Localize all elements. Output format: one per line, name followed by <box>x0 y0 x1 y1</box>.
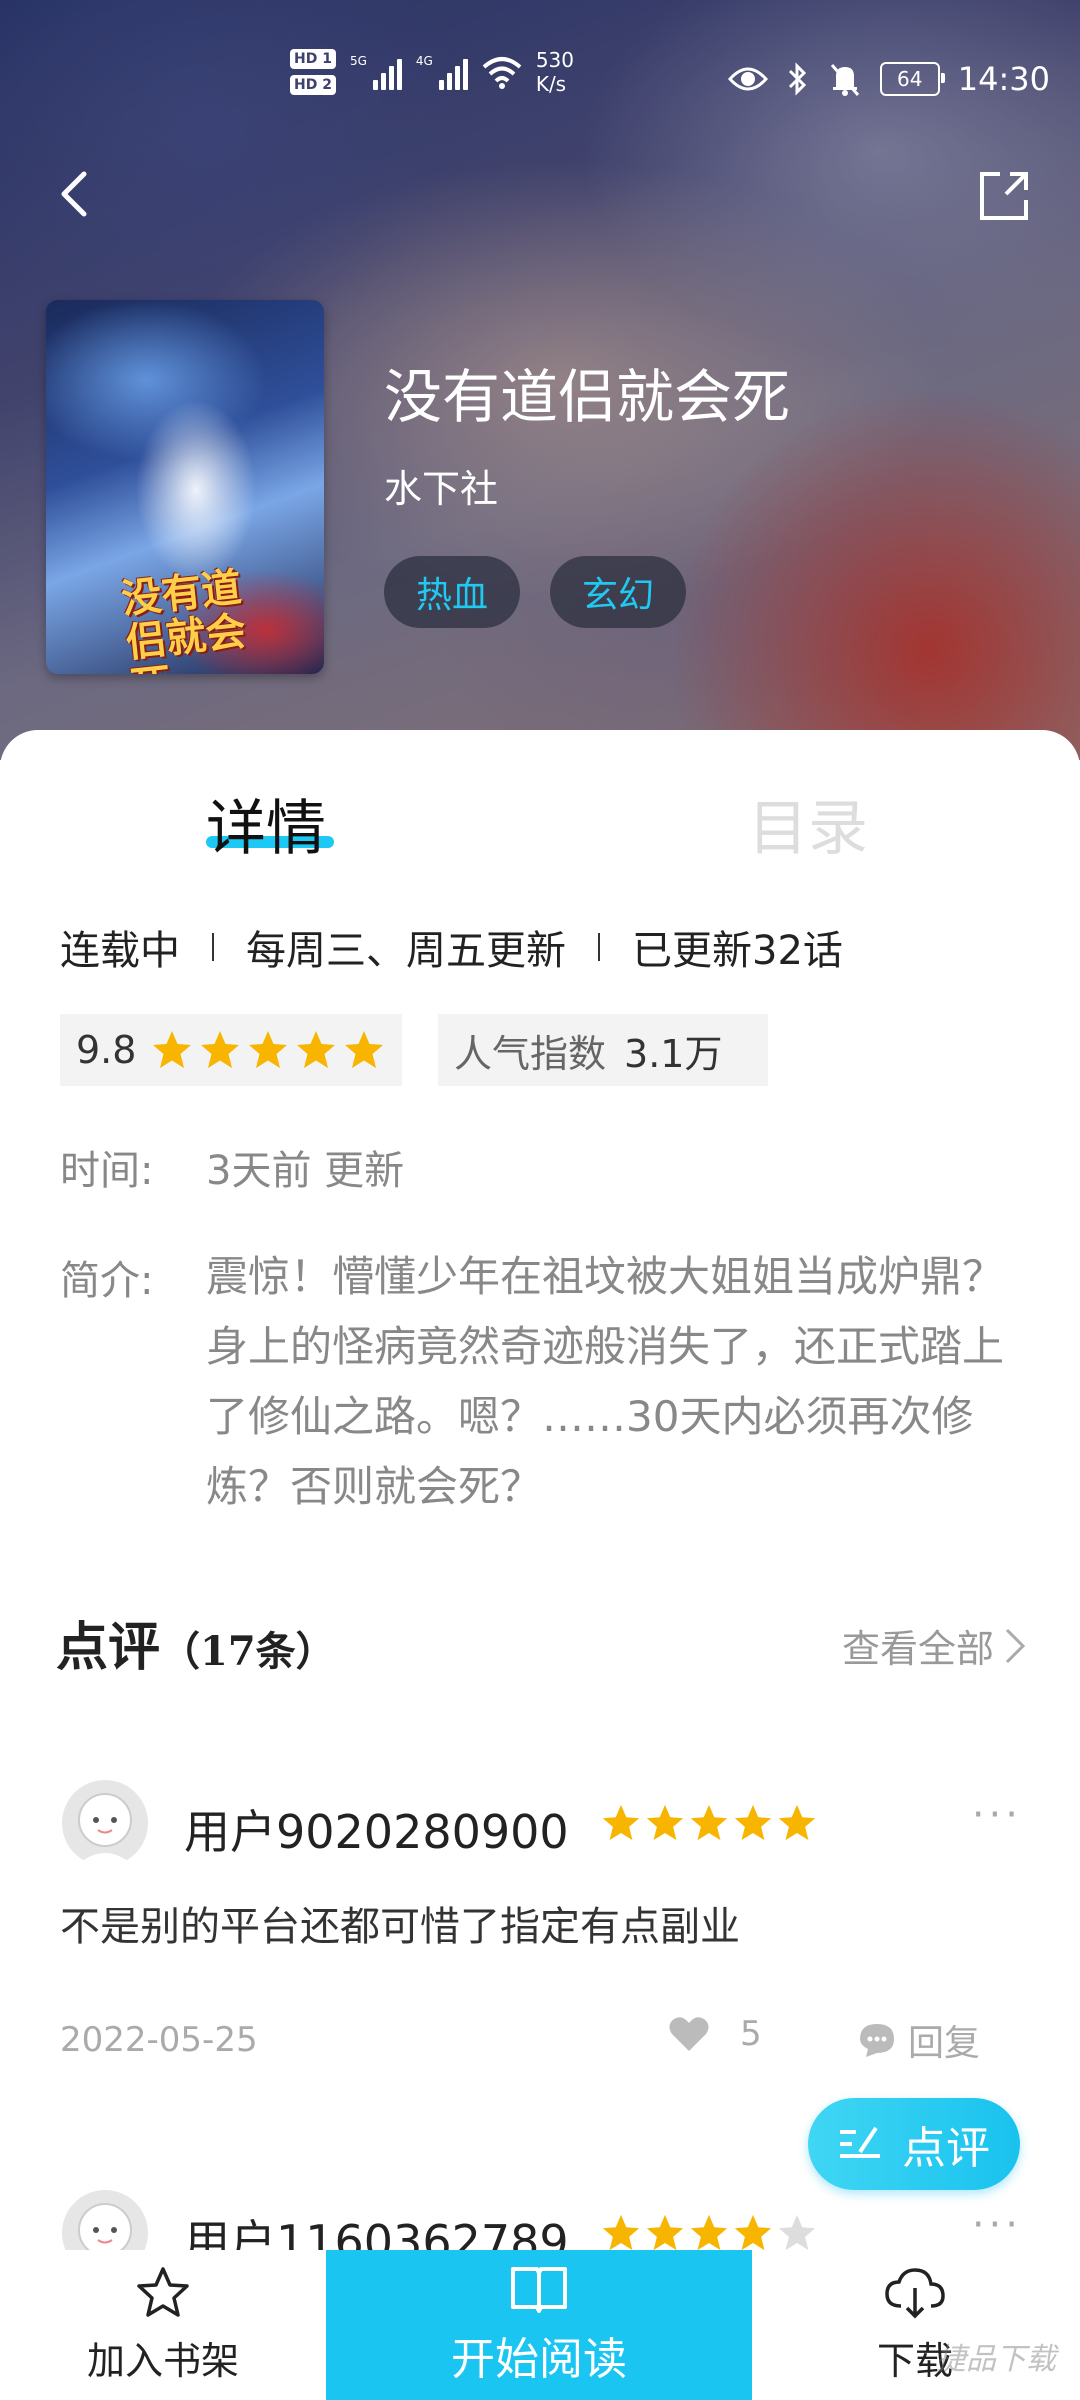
star-filled-icon <box>646 1804 684 1841</box>
intro-text: 震惊！懵懂少年在祖坟被大姐姐当成炉鼎？身上的怪病竟然奇迹般消失了，还正式踏上了修… <box>206 1252 1005 1511</box>
wifi-icon <box>482 57 522 89</box>
cloud-download-icon <box>885 2267 945 2318</box>
net2-label: 4G <box>415 54 433 68</box>
more-options-icon[interactable]: ··· <box>972 1792 1022 1838</box>
reviews-title-text: 点评 <box>56 1617 161 1678</box>
star-outline-icon <box>137 2266 189 2317</box>
reviews-count: （17条） <box>160 1628 336 1675</box>
star-filled-icon <box>646 2214 684 2251</box>
clock: 14:30 <box>957 60 1050 98</box>
serial-status: 连载中 <box>60 928 180 974</box>
hd1-label: HD 1 <box>290 49 336 69</box>
star-filled-icon <box>690 1804 728 1841</box>
bluetooth-icon <box>788 62 806 96</box>
write-review-label: 点评 <box>902 2123 990 2174</box>
popularity-chip: 人气指数 3.1万 <box>438 1014 768 1086</box>
back-arrow-icon[interactable] <box>52 170 100 218</box>
tag-fantasy[interactable]: 玄幻 <box>550 556 686 628</box>
bottom-action-bar: 加入书架 开始阅读 下载 <box>0 2250 1080 2400</box>
review-stars <box>600 1802 818 1844</box>
rating-chip: 9.8 <box>60 1014 402 1086</box>
time-value: 3天前 更新 <box>206 1148 405 1194</box>
hd2-label: HD 2 <box>290 75 336 95</box>
battery-level: 64 <box>897 67 923 91</box>
star-empty-icon <box>778 2214 816 2251</box>
star-filled-icon <box>734 2214 772 2251</box>
review-stars <box>600 2212 818 2254</box>
chevron-right-icon <box>1005 1628 1026 1663</box>
comment-bubble-icon <box>860 2024 894 2057</box>
network-speed: 530 K/s <box>536 48 574 96</box>
write-review-button[interactable]: 点评 <box>808 2098 1020 2190</box>
like-button[interactable]: 5 <box>668 2014 762 2054</box>
book-title: 没有道侣就会死 <box>384 363 791 431</box>
time-label: 时间: <box>60 1148 154 1194</box>
speed-value: 530 <box>535 48 575 72</box>
book-author[interactable]: 水下社 <box>384 458 498 513</box>
star-filled-icon <box>602 2214 640 2251</box>
separator <box>598 933 600 961</box>
review-text: 不是别的平台还都可惜了指定有点副业 <box>60 1904 740 1950</box>
cover-title-art: 没有道侣就会死 <box>119 563 249 674</box>
more-options-icon[interactable]: ··· <box>972 2202 1022 2248</box>
serial-meta: 连载中 每周三、周五更新 已更新32话 <box>60 918 843 976</box>
star-filled-icon <box>734 1804 772 1841</box>
add-to-shelf-label: 加入书架 <box>86 2338 239 2383</box>
speed-unit: K/s <box>535 72 567 96</box>
status-bar: HD 1 HD 2 5G 4G 530 K/s 64 14:30 <box>0 40 1080 120</box>
signal-4g-icon: 4G <box>416 54 468 90</box>
intro-label: 简介: <box>60 1258 154 1304</box>
review-username[interactable]: 用户9020280900 <box>184 1796 569 1862</box>
start-reading-button[interactable]: 开始阅读 <box>326 2250 752 2400</box>
star-filled-icon <box>345 1031 384 1068</box>
star-filled-icon <box>201 1031 240 1068</box>
star-filled-icon <box>690 2214 728 2251</box>
reply-label: 回复 <box>908 2023 981 2064</box>
add-to-shelf-button[interactable]: 加入书架 <box>80 2250 246 2400</box>
update-schedule: 每周三、周五更新 <box>246 928 566 974</box>
mute-bell-icon <box>830 64 859 96</box>
net1-label: 5G <box>349 54 367 68</box>
popularity-label: 人气指数 <box>454 1031 607 1076</box>
star-filled-icon <box>297 1031 336 1068</box>
star-filled-icon <box>778 1804 816 1841</box>
star-filled-icon <box>249 1031 288 1068</box>
eye-icon <box>727 67 768 91</box>
star-filled-icon <box>602 1804 640 1841</box>
hd-indicators: HD 1 HD 2 <box>290 49 336 95</box>
start-reading-label: 开始阅读 <box>451 2334 627 2385</box>
heart-icon <box>669 2017 709 2051</box>
rating-score: 9.8 <box>76 1028 137 1072</box>
separator <box>212 933 214 961</box>
star-filled-icon <box>153 1031 192 1068</box>
see-all-reviews-link[interactable]: 查看全部 <box>842 1618 1026 1673</box>
book-cover-image[interactable]: 没有道侣就会死 <box>46 300 324 674</box>
review-date: 2022-05-25 <box>60 2020 258 2060</box>
watermark: 捷品下载 <box>936 2342 1056 2377</box>
signal-5g-icon: 5G <box>350 54 402 90</box>
tab-details[interactable]: 详情 <box>206 780 326 867</box>
share-icon[interactable] <box>976 168 1032 224</box>
rating-stars <box>150 1028 386 1072</box>
battery-icon: 64 <box>879 62 945 96</box>
reply-button[interactable]: 回复 <box>858 2014 980 2066</box>
reviews-title: 点评（17条） <box>56 1605 336 1680</box>
avatar[interactable] <box>62 1780 148 1866</box>
chapter-count: 已更新32话 <box>632 928 843 974</box>
tag-hot-blood[interactable]: 热血 <box>384 556 520 628</box>
like-count: 5 <box>740 2014 762 2054</box>
see-all-label: 查看全部 <box>841 1627 994 1671</box>
tab-catalog[interactable]: 目录 <box>748 780 868 867</box>
popularity-value: 3.1万 <box>624 1031 723 1076</box>
open-book-icon <box>511 2267 567 2313</box>
edit-lines-icon <box>840 2126 880 2158</box>
